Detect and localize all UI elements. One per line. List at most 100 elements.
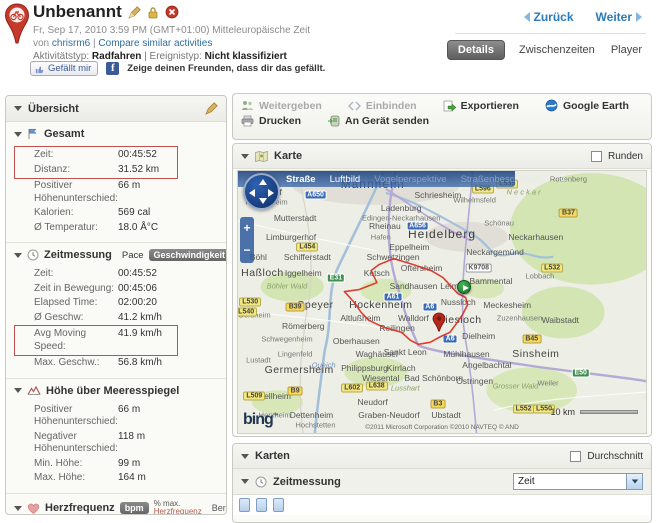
- export-icon: [443, 100, 456, 112]
- edit-overview-icon[interactable]: [205, 102, 218, 115]
- stat-label: Max. Höhe:: [34, 472, 118, 485]
- flag-icon: [27, 128, 39, 140]
- section-herzfrequenz: Herzfrequenzbpm% max.HerzfrequenzBereich…: [6, 494, 226, 516]
- map-scale: 10 km: [550, 407, 638, 417]
- facebook-share-text: Zeige deinen Freunden, dass dir das gefä…: [127, 63, 325, 74]
- tab-player[interactable]: Player: [609, 41, 644, 59]
- section-rows-zeitmessung: Zeit:00:45:52Zeit in Bewegung:00:45:06El…: [6, 265, 226, 379]
- stat-value: 18.0 Å°C: [118, 222, 158, 235]
- pct-max-hf-toggle[interactable]: % max.Herzfrequenz: [154, 500, 202, 516]
- einbinden-button: Einbinden: [348, 99, 417, 112]
- metric-select[interactable]: Zeit: [513, 473, 643, 490]
- pace-toggle[interactable]: Pace: [122, 250, 144, 261]
- exportieren-button[interactable]: Exportieren: [443, 99, 519, 112]
- map-panel: Karte Runden MannheimHeidelbergSp: [232, 143, 652, 437]
- share-toolbar: Weitergeben Einbinden Exportieren Google Ea…: [232, 93, 652, 140]
- compare-activities-link[interactable]: Compare similar activities: [98, 38, 212, 49]
- map-mode-aerial[interactable]: Luftbild: [330, 174, 361, 185]
- runden-checkbox[interactable]: [591, 151, 602, 162]
- collapse-arrow-icon[interactable]: [241, 479, 249, 484]
- stat-row: Max. Geschw.:56.8 km/h: [34, 356, 218, 371]
- durchschnitt-checkbox[interactable]: [570, 451, 581, 462]
- facebook-icon[interactable]: f: [106, 62, 119, 75]
- bereiche-link[interactable]: Bereiche: [212, 503, 227, 513]
- chart-tool-icon[interactable]: [239, 498, 250, 512]
- stat-row: Zeit:00:45:52: [34, 148, 175, 163]
- weitergeben-button: Weitergeben: [241, 99, 322, 112]
- stat-row: Kalorien:569 cal: [34, 206, 218, 221]
- next-arrow-icon: [636, 12, 642, 22]
- speed-toggle[interactable]: Geschwindigkeit: [149, 249, 227, 261]
- bpm-toggle[interactable]: bpm: [120, 502, 149, 514]
- stat-row: Distanz:31.52 km: [34, 163, 175, 178]
- collapse-arrow-icon[interactable]: [14, 253, 22, 258]
- stat-row: Zeit:00:45:52: [34, 267, 218, 282]
- chart-tool-icon[interactable]: [256, 498, 267, 512]
- route-start-marker[interactable]: [457, 280, 471, 294]
- map-icon: [255, 151, 268, 162]
- edit-title-icon[interactable]: [128, 6, 141, 19]
- annotation-box: Avg Moving Speed:41.9 km/h: [14, 325, 178, 356]
- chart-tool-icon[interactable]: [273, 498, 284, 512]
- bing-map[interactable]: MannheimHeidelbergSpeyerGermersheimHaßlo…: [237, 170, 647, 434]
- collapse-arrow-icon[interactable]: [14, 132, 22, 137]
- collapse-arrow-icon[interactable]: [241, 154, 249, 159]
- stat-label: Zeit in Bewegung:: [34, 283, 118, 296]
- privacy-lock-icon[interactable]: [147, 6, 159, 19]
- stat-value: 41.2 km/h: [118, 312, 162, 325]
- stat-label: Min. Höhe:: [34, 458, 118, 471]
- timing-chart-title: Zeitmessung: [273, 476, 341, 488]
- stat-label: Distanz:: [34, 164, 118, 177]
- collapse-map-bar-icon[interactable]: «: [560, 173, 566, 185]
- facebook-like-button[interactable]: Gefällt mir: [30, 61, 98, 76]
- select-dropdown-button[interactable]: [626, 474, 642, 489]
- tab-zwischenzeiten[interactable]: Zwischenzeiten: [517, 41, 597, 59]
- scale-bar: [580, 410, 638, 414]
- collapse-arrow-icon[interactable]: [14, 388, 22, 393]
- delete-activity-icon[interactable]: [165, 5, 179, 19]
- header-divider: [455, 33, 646, 34]
- pan-north-icon[interactable]: [259, 179, 267, 185]
- section-title: Gesamt: [44, 128, 84, 140]
- stat-label: Zeit:: [34, 149, 118, 162]
- stat-label: Ø Temperatur:: [34, 222, 118, 235]
- map-mode-street[interactable]: Straße: [286, 174, 316, 185]
- pan-west-icon[interactable]: [249, 189, 255, 197]
- scale-text: 10 km: [550, 407, 575, 417]
- stat-value: 31.52 km: [118, 164, 159, 177]
- position-pin-marker[interactable]: [432, 312, 446, 335]
- stat-value: 56.8 km/h: [118, 357, 162, 370]
- stat-row: Avg Moving Speed:41.9 km/h: [34, 327, 175, 354]
- zoom-out-button[interactable]: −: [240, 239, 254, 261]
- next-link[interactable]: Weiter: [596, 10, 642, 24]
- user-link[interactable]: chrisrm6: [52, 38, 90, 49]
- pan-south-icon[interactable]: [259, 198, 267, 204]
- collapse-arrow-icon[interactable]: [241, 454, 249, 459]
- tab-details[interactable]: Details: [447, 40, 505, 60]
- section-zeitmessung: ZeitmessungPaceGeschwindigkeitZeit:00:45…: [6, 243, 226, 379]
- activity-details-page: { "header": { "title": "Unbenannt", "dat…: [0, 0, 658, 506]
- separator: |: [93, 38, 96, 49]
- an-gerät-senden-button[interactable]: An Gerät senden: [327, 115, 429, 127]
- zoom-in-button[interactable]: +: [240, 217, 254, 239]
- section-rows-hoehe: Positiver Höhenunterschied:66 mNegativer…: [6, 401, 226, 494]
- back-link[interactable]: Zurück: [524, 10, 574, 24]
- stat-label: Positiver Höhenunterschied:: [34, 404, 118, 429]
- google-earth-button[interactable]: Google Earth: [545, 99, 629, 112]
- map-mode-labels[interactable]: Straßenbeschriftung: [461, 174, 547, 185]
- map-mode-birdseye[interactable]: Vogelperspektive: [374, 174, 446, 185]
- map-mode-bar: Straße Luftbild Vogelperspektive Straßen…: [238, 171, 515, 187]
- section-header-hoehe: Höhe über Meeresspiegel: [6, 379, 226, 401]
- drucken-button[interactable]: Drucken: [241, 115, 301, 127]
- collapse-arrow-icon[interactable]: [14, 506, 22, 511]
- stat-row: Min. Höhe:99 m: [34, 457, 218, 472]
- stat-value: 00:45:06: [118, 283, 157, 296]
- activity-date: Fr, Sep 17, 2010 3:59 PM (GMT+01:00) Mit…: [33, 25, 310, 36]
- pan-east-icon[interactable]: [268, 189, 274, 197]
- back-arrow-icon: [524, 12, 530, 22]
- like-button-label: Gefällt mir: [48, 63, 91, 74]
- map-compass-control[interactable]: [243, 173, 280, 210]
- clock-icon: [255, 476, 267, 488]
- stat-value: 118 m: [118, 431, 145, 456]
- collapse-arrow-icon[interactable]: [14, 106, 22, 111]
